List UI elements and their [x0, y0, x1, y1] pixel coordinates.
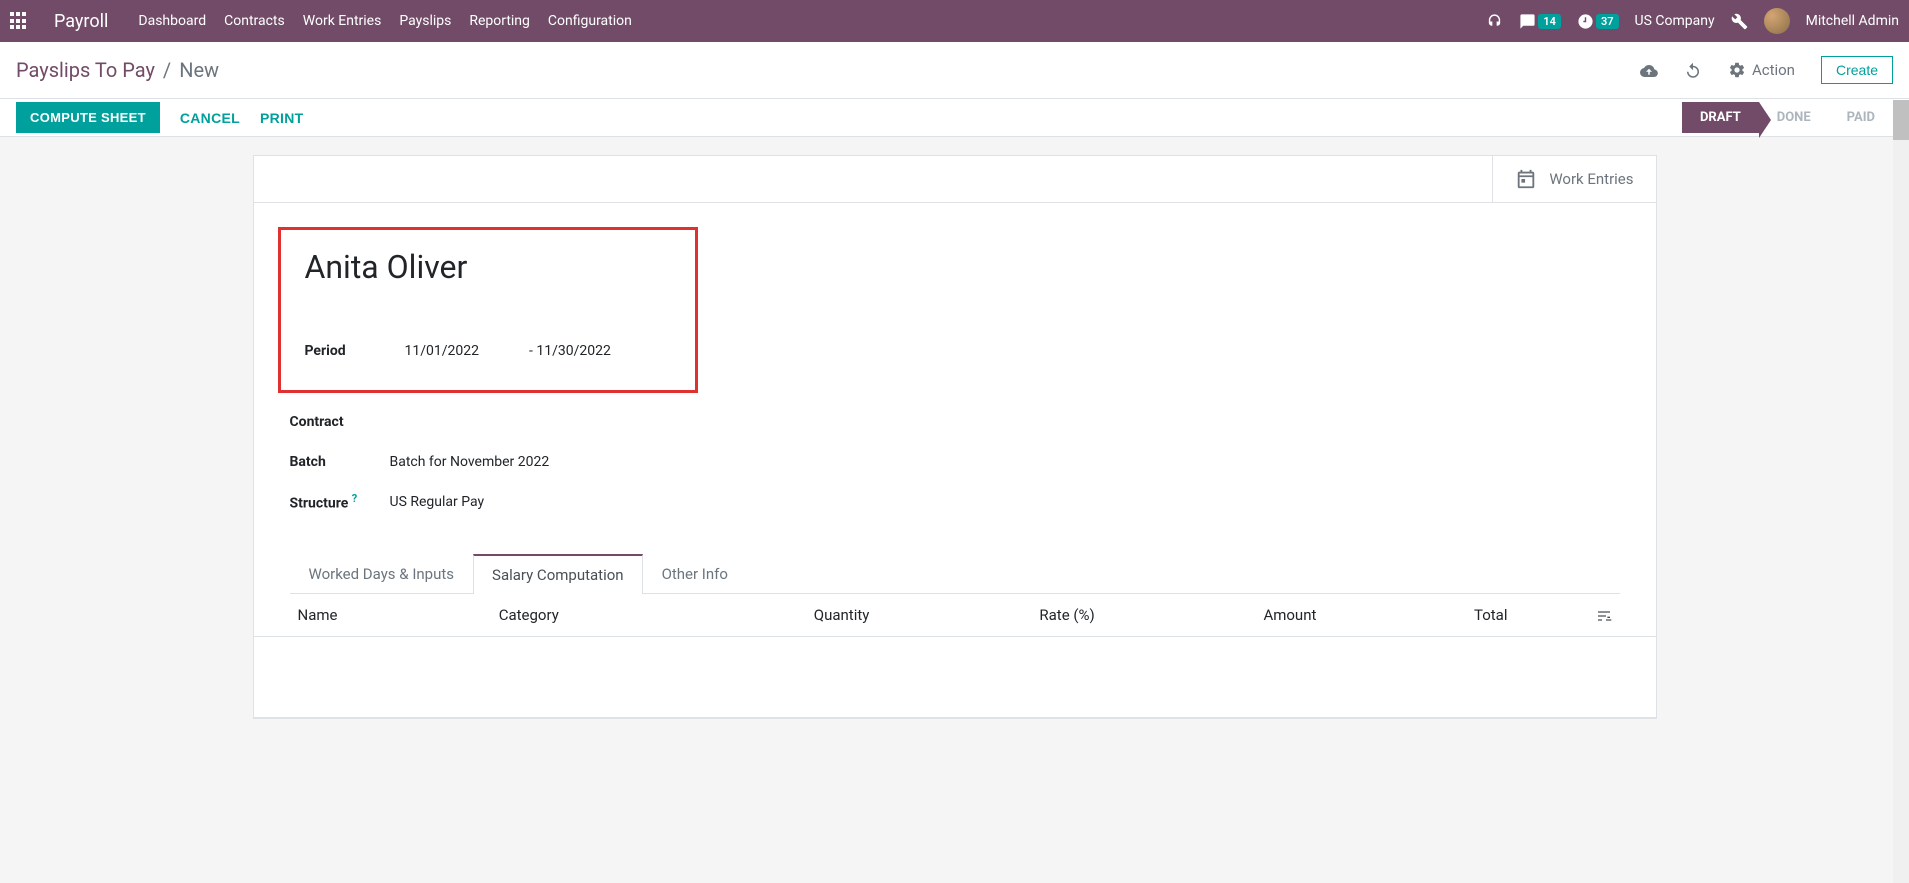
col-options[interactable]: [1552, 594, 1656, 637]
messages-badge: 14: [1538, 14, 1561, 29]
form-sheet: Work Entries Anita Oliver Period 11/01/2…: [253, 155, 1657, 719]
col-quantity[interactable]: Quantity: [688, 594, 914, 637]
period-label: Period: [305, 343, 405, 359]
tab-salary-computation[interactable]: Salary Computation: [473, 554, 643, 594]
user-menu[interactable]: Mitchell Admin: [1806, 13, 1899, 29]
help-icon[interactable]: ?: [352, 492, 357, 505]
main-area: Work Entries Anita Oliver Period 11/01/2…: [0, 137, 1909, 739]
period-value: 11/01/2022 - 11/30/2022: [405, 343, 611, 359]
table-container: Name Category Quantity Rate (%) Amount T…: [254, 594, 1656, 718]
salary-table: Name Category Quantity Rate (%) Amount T…: [254, 594, 1656, 717]
company-selector[interactable]: US Company: [1635, 13, 1715, 29]
work-entries-stat-button[interactable]: Work Entries: [1492, 156, 1655, 202]
period-row: Period 11/01/2022 - 11/30/2022: [305, 334, 671, 368]
state-paid[interactable]: PAID: [1829, 102, 1893, 133]
col-category[interactable]: Category: [455, 594, 688, 637]
control-panel: Payslips To Pay / New Action Create: [0, 42, 1909, 99]
scrollbar-thumb[interactable]: [1893, 100, 1909, 140]
support-icon[interactable]: [1486, 13, 1503, 30]
contract-row: Contract: [290, 405, 1632, 439]
activities-badge: 37: [1596, 14, 1619, 29]
create-button[interactable]: Create: [1821, 56, 1893, 84]
state-done[interactable]: DONE: [1759, 102, 1829, 133]
structure-value[interactable]: US Regular Pay: [390, 494, 485, 510]
breadcrumb: Payslips To Pay / New: [16, 58, 219, 82]
period-to[interactable]: - 11/30/2022: [529, 343, 611, 359]
batch-value[interactable]: Batch for November 2022: [390, 454, 550, 470]
tabs: Worked Days & Inputs Salary Computation …: [290, 553, 1620, 594]
col-rate[interactable]: Rate (%): [913, 594, 1138, 637]
nav-work-entries[interactable]: Work Entries: [303, 13, 382, 29]
nav-configuration[interactable]: Configuration: [548, 13, 632, 29]
status-bar: COMPUTE SHEET CANCEL PRINT DRAFT DONE PA…: [0, 99, 1909, 137]
tab-other-info[interactable]: Other Info: [643, 554, 747, 594]
notebook: Worked Days & Inputs Salary Computation …: [290, 553, 1620, 594]
calendar-icon: [1515, 168, 1537, 190]
control-actions: Action Create: [1640, 56, 1893, 84]
apps-icon[interactable]: [10, 12, 28, 30]
cancel-button[interactable]: CANCEL: [180, 110, 240, 126]
app-name[interactable]: Payroll: [54, 11, 108, 32]
avatar[interactable]: [1764, 8, 1790, 34]
status-buttons: COMPUTE SHEET CANCEL PRINT: [16, 102, 304, 133]
nav-right: 14 37 US Company Mitchell Admin: [1486, 8, 1899, 34]
tab-worked-days[interactable]: Worked Days & Inputs: [290, 554, 474, 594]
main-wrapper: Work Entries Anita Oliver Period 11/01/2…: [253, 155, 1657, 739]
nav-contracts[interactable]: Contracts: [224, 13, 285, 29]
table-row-empty: [254, 637, 1656, 717]
nav-dashboard[interactable]: Dashboard: [138, 13, 206, 29]
breadcrumb-parent[interactable]: Payslips To Pay: [16, 58, 155, 82]
breadcrumb-current: New: [179, 58, 219, 82]
messages-icon[interactable]: 14: [1519, 13, 1561, 30]
highlight-box: Anita Oliver Period 11/01/2022 - 11/30/2…: [278, 227, 698, 393]
stat-button-label: Work Entries: [1549, 170, 1633, 188]
activities-icon[interactable]: 37: [1577, 13, 1619, 30]
discard-icon[interactable]: [1684, 60, 1702, 81]
period-from[interactable]: 11/01/2022: [405, 343, 480, 359]
batch-row: Batch Batch for November 2022: [290, 445, 1632, 479]
contract-label: Contract: [290, 414, 390, 430]
debug-icon[interactable]: [1731, 13, 1748, 30]
nav-payslips[interactable]: Payslips: [399, 13, 451, 29]
breadcrumb-separator: /: [163, 58, 171, 82]
form-fields: Contract Batch Batch for November 2022 S…: [254, 405, 1656, 543]
structure-label: Structure ?: [290, 492, 390, 512]
scrollbar[interactable]: [1893, 100, 1909, 883]
nav-reporting[interactable]: Reporting: [469, 13, 530, 29]
col-name[interactable]: Name: [254, 594, 455, 637]
status-pills: DRAFT DONE PAID: [1682, 102, 1893, 133]
action-label: Action: [1752, 61, 1795, 79]
sliders-icon: [1596, 608, 1612, 624]
structure-row: Structure ? US Regular Pay: [290, 485, 1632, 519]
employee-name[interactable]: Anita Oliver: [305, 248, 671, 286]
nav-left: Payroll Dashboard Contracts Work Entries…: [10, 11, 632, 32]
col-amount[interactable]: Amount: [1139, 594, 1361, 637]
state-draft[interactable]: DRAFT: [1682, 102, 1759, 133]
top-nav: Payroll Dashboard Contracts Work Entries…: [0, 0, 1909, 42]
action-menu[interactable]: Action: [1728, 61, 1795, 79]
col-total[interactable]: Total: [1360, 594, 1551, 637]
sheet-top: Work Entries: [254, 156, 1656, 203]
cloud-upload-icon[interactable]: [1640, 60, 1658, 81]
compute-sheet-button[interactable]: COMPUTE SHEET: [16, 102, 160, 133]
batch-label: Batch: [290, 454, 390, 470]
print-button[interactable]: PRINT: [260, 110, 304, 126]
